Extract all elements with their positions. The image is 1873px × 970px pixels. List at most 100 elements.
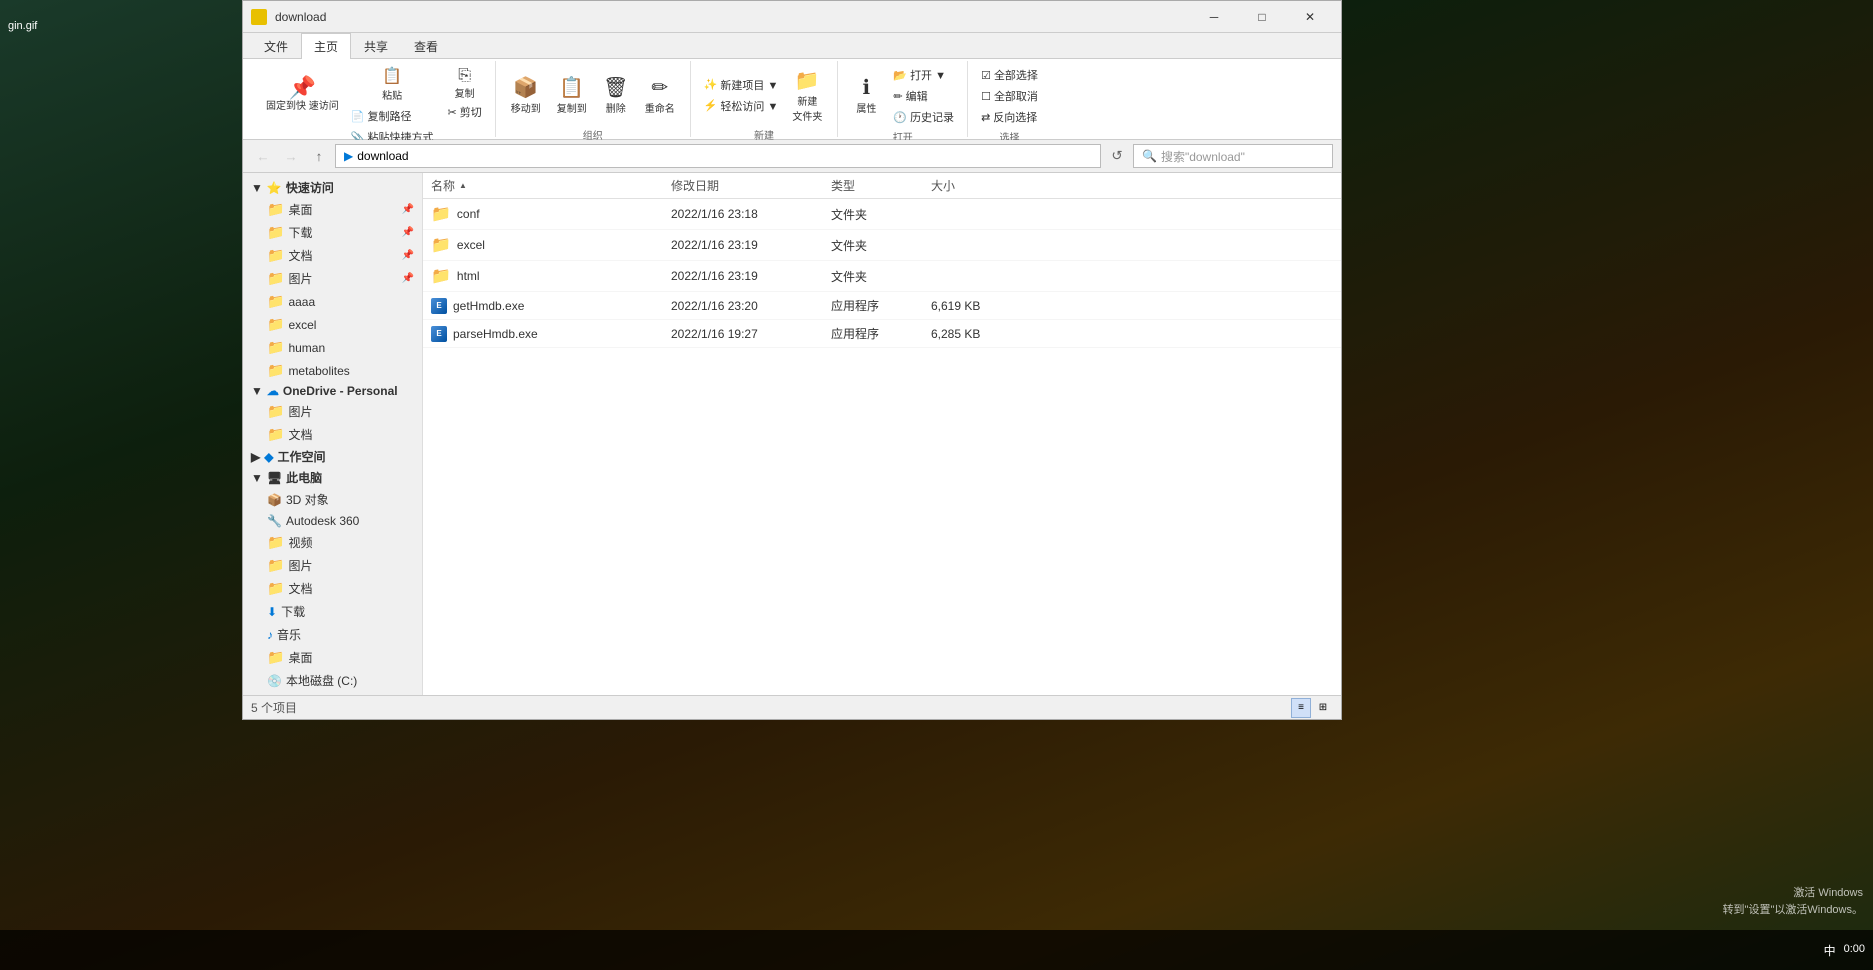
item-count: 5 个项目 xyxy=(251,699,297,716)
sidebar-item-od-docs[interactable]: 📁 文档 xyxy=(243,423,422,446)
invert-select-button[interactable]: ⇄ 反向选择 xyxy=(976,107,1042,127)
taskbar-clock: 0:00 xyxy=(1844,942,1865,957)
sidebar-item-music[interactable]: ♪ 音乐 xyxy=(243,623,422,646)
activate-sub: 转到"设置"以激活Windows。 xyxy=(1723,902,1863,920)
sidebar-item-excel[interactable]: 📁 excel xyxy=(243,313,422,336)
pin-icon-downloads: 📌 xyxy=(402,227,414,238)
sidebar-item-videos[interactable]: 📁 视频 xyxy=(243,531,422,554)
main-area: ▼ ⭐ 快速访问 📁 桌面 📌 📁 下载 📌 📁 文档 📌 📁 图 xyxy=(243,173,1341,695)
od-docs-icon: 📁 xyxy=(267,426,284,443)
file-row-excel[interactable]: 📁 excel 2022/1/16 23:19 文件夹 xyxy=(423,230,1341,261)
copy-to-button[interactable]: 📋 复制到 xyxy=(550,65,594,125)
taskbar-icons: 中 xyxy=(1824,942,1836,959)
tab-home[interactable]: 主页 xyxy=(301,33,351,59)
file-type-parsehmdb: 应用程序 xyxy=(823,323,923,344)
pc-desktop-icon: 📁 xyxy=(267,649,284,666)
sidebar-item-docs[interactable]: 📁 文档 📌 xyxy=(243,244,422,267)
sidebar-item-drive-d[interactable]: 💿 娱乐 (D:) xyxy=(243,692,422,695)
sidebar-item-drive-c[interactable]: 💿 本地磁盘 (C:) xyxy=(243,669,422,692)
thispc-label: 此电脑 xyxy=(286,469,322,486)
new-folder-button[interactable]: 📁 新建文件夹 xyxy=(785,65,829,125)
sidebar-item-downloads[interactable]: 📁 下载 📌 xyxy=(243,221,422,244)
workspace-header[interactable]: ▶ ◆ 工作空间 xyxy=(243,446,422,467)
select-none-button[interactable]: ☐ 全部取消 xyxy=(976,86,1043,106)
easy-access-icon: ⚡ xyxy=(704,99,718,112)
forward-button[interactable]: → xyxy=(279,144,303,168)
refresh-button[interactable]: ↺ xyxy=(1105,144,1129,168)
exe-icon-parsehmdb: E xyxy=(431,326,447,342)
file-row-html[interactable]: 📁 html 2022/1/16 23:19 文件夹 xyxy=(423,261,1341,292)
open-button[interactable]: 📂 打开 ▼ xyxy=(888,65,959,85)
file-date-parsehmdb: 2022/1/16 19:27 xyxy=(663,325,823,343)
file-row-conf[interactable]: 📁 conf 2022/1/16 23:18 文件夹 xyxy=(423,199,1341,230)
sidebar-item-pc-pictures[interactable]: 📁 图片 xyxy=(243,554,422,577)
thispc-header[interactable]: ▼ 🖥 此电脑 xyxy=(243,467,422,488)
tile-view-button[interactable]: ⊞ xyxy=(1313,698,1333,718)
copy-to-icon: 📋 xyxy=(559,75,584,100)
paste-button[interactable]: 📋 粘贴 xyxy=(346,65,439,105)
rename-icon: ✏ xyxy=(651,75,668,100)
col-header-size[interactable]: 大小 xyxy=(923,173,1023,198)
up-button[interactable]: ↑ xyxy=(307,144,331,168)
ribbon-group-open: ℹ 属性 📂 打开 ▼ ✏ 编辑 🕐 xyxy=(838,61,968,137)
file-date-html: 2022/1/16 23:19 xyxy=(663,267,823,285)
sidebar-item-od-pictures[interactable]: 📁 图片 xyxy=(243,400,422,423)
tab-share[interactable]: 共享 xyxy=(351,33,401,59)
file-date-conf: 2022/1/16 23:18 xyxy=(663,205,823,223)
quick-access-header[interactable]: ▼ ⭐ 快速访问 xyxy=(243,177,422,198)
easy-access-button[interactable]: ⚡ 轻松访问 ▼ xyxy=(699,96,784,116)
sidebar-item-aaaa[interactable]: 📁 aaaa xyxy=(243,290,422,313)
search-box[interactable]: 🔍 搜索"download" xyxy=(1133,144,1333,168)
sidebar-item-pc-docs[interactable]: 📁 文档 xyxy=(243,577,422,600)
history-button[interactable]: 🕐 历史记录 xyxy=(888,107,959,127)
copy-path-button[interactable]: 📄 复制路径 xyxy=(346,106,439,126)
file-type-conf: 文件夹 xyxy=(823,204,923,225)
delete-button[interactable]: 🗑 删除 xyxy=(596,65,636,125)
sidebar-item-autodesk[interactable]: 🔧 Autodesk 360 xyxy=(243,511,422,531)
new-item-button[interactable]: ✨ 新建项目 ▼ xyxy=(699,75,784,95)
onedrive-label: OneDrive - Personal xyxy=(283,384,398,398)
onedrive-expand-icon: ▼ xyxy=(251,384,263,398)
file-row-parsehmdb[interactable]: E parseHmdb.exe 2022/1/16 19:27 应用程序 6,2… xyxy=(423,320,1341,348)
move-to-button[interactable]: 📦 移动到 xyxy=(504,65,548,125)
clipboard-buttons: 📌 固定到快 速访问 📋 粘贴 📄 复制路径 📎 xyxy=(259,65,487,147)
pin-icon-pictures: 📌 xyxy=(402,273,414,284)
pc-pictures-icon: 📁 xyxy=(267,557,284,574)
sidebar-item-human[interactable]: 📁 human xyxy=(243,336,422,359)
col-header-type[interactable]: 类型 xyxy=(823,173,923,198)
tab-view[interactable]: 查看 xyxy=(401,33,451,59)
sidebar-item-3d[interactable]: 📦 3D 对象 xyxy=(243,488,422,511)
sidebar-item-desktop[interactable]: 📁 桌面 📌 xyxy=(243,198,422,221)
properties-icon: ℹ xyxy=(863,75,871,100)
address-input[interactable]: ▶ download xyxy=(335,144,1101,168)
address-bar: ← → ↑ ▶ download ↺ 🔍 搜索"download" xyxy=(243,140,1341,173)
ribbon-group-select: ☑ 全部选择 ☐ 全部取消 ⇄ 反向选择 选择 xyxy=(968,61,1051,137)
close-button[interactable]: ✕ xyxy=(1287,2,1333,32)
back-button[interactable]: ← xyxy=(251,144,275,168)
properties-button[interactable]: ℹ 属性 xyxy=(846,65,886,125)
folder-icon-html: 📁 xyxy=(431,266,451,286)
copy-button[interactable]: ⎘ 复制 xyxy=(442,65,486,101)
maximize-button[interactable]: □ xyxy=(1239,2,1285,32)
cut-button[interactable]: ✂ 剪切 xyxy=(442,102,486,122)
detail-view-button[interactable]: ≡ xyxy=(1291,698,1311,718)
col-header-date[interactable]: 修改日期 xyxy=(663,173,823,198)
minimize-button[interactable]: ─ xyxy=(1191,2,1237,32)
select-none-icon: ☐ xyxy=(981,90,991,103)
file-row-gethmdb[interactable]: E getHmdb.exe 2022/1/16 23:20 应用程序 6,619… xyxy=(423,292,1341,320)
invert-icon: ⇄ xyxy=(981,111,990,124)
onedrive-header[interactable]: ▼ ☁ OneDrive - Personal xyxy=(243,382,422,400)
pin-quick-access-button[interactable]: 📌 固定到快 速访问 xyxy=(259,65,346,125)
select-all-button[interactable]: ☑ 全部选择 xyxy=(976,65,1043,85)
sidebar-item-pc-downloads[interactable]: ⬇ 下载 xyxy=(243,600,422,623)
rename-button[interactable]: ✏ 重命名 xyxy=(638,65,682,125)
sidebar-item-pictures[interactable]: 📁 图片 📌 xyxy=(243,267,422,290)
file-size-parsehmdb: 6,285 KB xyxy=(923,325,1023,343)
sidebar-item-metabolites[interactable]: 📁 metabolites xyxy=(243,359,422,382)
ribbon-content: 📌 固定到快 速访问 📋 粘贴 📄 复制路径 📎 xyxy=(243,59,1341,139)
edit-button[interactable]: ✏ 编辑 xyxy=(888,86,959,106)
workspace-icon: ◆ xyxy=(264,450,273,464)
sidebar-item-pc-desktop[interactable]: 📁 桌面 xyxy=(243,646,422,669)
col-header-name[interactable]: 名称 ▲ xyxy=(423,173,663,198)
tab-file[interactable]: 文件 xyxy=(251,33,301,59)
